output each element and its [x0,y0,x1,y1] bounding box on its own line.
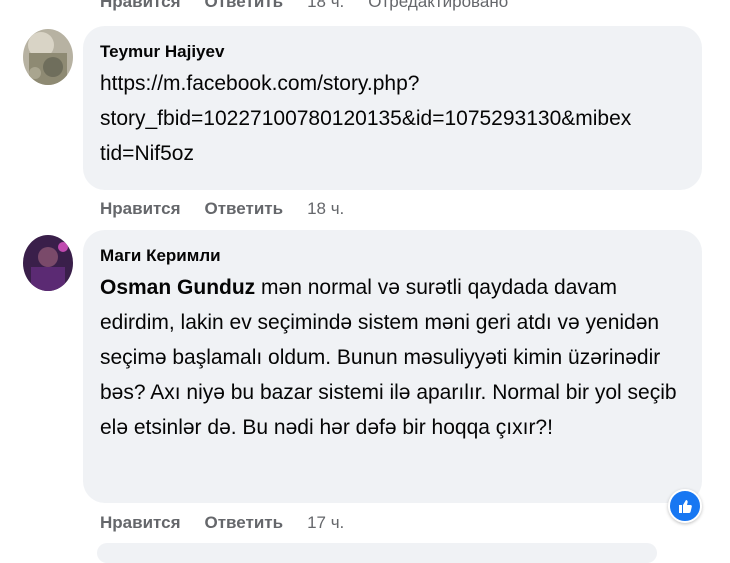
reply-link[interactable]: Ответить [205,513,284,533]
like-link[interactable]: Нравится [100,199,181,219]
avatar-image [23,29,73,85]
like-icon [679,500,692,513]
like-link[interactable]: Нравится [100,0,181,12]
reaction-badge[interactable] [668,489,702,523]
avatar[interactable] [23,235,73,291]
comment-timestamp[interactable]: 17 ч. [307,513,344,533]
edited-label: Отредактировано [368,0,509,11]
mention-link[interactable]: Osman Gunduz [100,276,255,299]
comment-text[interactable]: https://m.facebook.com/story.php? story_… [100,66,684,171]
comment-timestamp[interactable]: 18 ч. [307,0,344,12]
reply-link[interactable]: Ответить [205,199,284,219]
comment-bubble: Маги Керимли Osman Gunduz mən normal və … [83,230,702,503]
avatar[interactable] [23,29,73,85]
comment-actions: Нравится Ответить 17 ч. [100,513,344,533]
comment-author[interactable]: Маги Керимли [100,246,684,266]
comment-text: Osman Gunduz mən normal və surətli qayda… [100,270,684,445]
comment-actions-previous: Нравится Ответить 18 ч. Отредактировано [100,0,508,12]
comment-text-body: mən normal və surətli qaydada davam edir… [100,276,677,439]
comment-author[interactable]: Teymur Hajiyev [100,42,684,62]
comment-bubble: Teymur Hajiyev https://m.facebook.com/st… [83,26,702,190]
avatar-image [23,235,73,291]
like-link[interactable]: Нравится [100,513,181,533]
comment-actions: Нравится Ответить 18 ч. [100,199,344,219]
reply-link[interactable]: Ответить [205,0,284,12]
comment-bubble-next [97,543,657,563]
comment-timestamp[interactable]: 18 ч. [307,199,344,219]
